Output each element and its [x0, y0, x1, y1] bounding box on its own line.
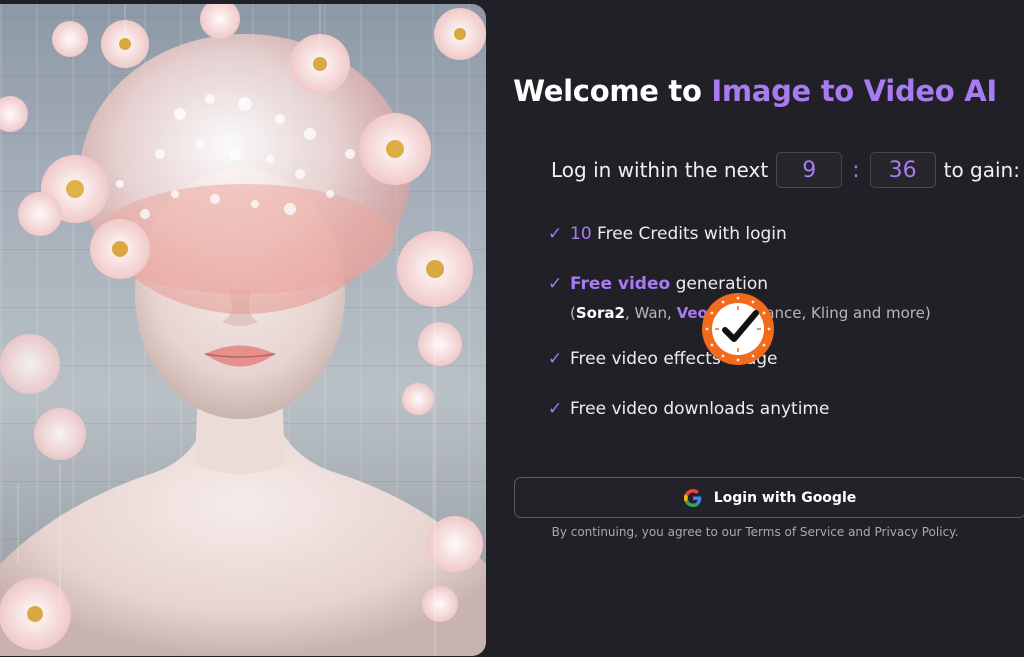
- google-icon: [683, 488, 702, 507]
- benefit-item-credits: ✓ 10 Free Credits with login: [548, 224, 787, 250]
- checkmark-badge-icon: [702, 293, 774, 365]
- welcome-prefix: Welcome to: [513, 74, 712, 108]
- countdown-separator: :: [852, 157, 860, 183]
- benefit-text: Free video downloads anytime: [570, 399, 830, 419]
- check-icon: ✓: [548, 274, 563, 294]
- benefit-text: Free Credits with login: [591, 224, 787, 244]
- terms-notice: By continuing, you agree to our Terms of…: [486, 525, 1024, 539]
- model-wan: , Wan,: [624, 304, 677, 322]
- privacy-policy-link[interactable]: Privacy Policy: [874, 525, 954, 539]
- countdown-row: Log in within the next 9 : 36 to gain:: [551, 152, 1020, 188]
- benefit-text: generation: [670, 274, 769, 294]
- check-icon: ✓: [548, 399, 563, 419]
- terms-of-service-link[interactable]: Terms of Service: [745, 525, 844, 539]
- terms-prefix: By continuing, you agree to our: [551, 525, 746, 539]
- login-with-google-button[interactable]: Login with Google: [514, 477, 1024, 518]
- terms-suffix: .: [954, 525, 959, 539]
- countdown-minutes: 9: [776, 152, 843, 188]
- countdown-after-text: to gain:: [943, 158, 1020, 182]
- check-icon: ✓: [548, 349, 563, 369]
- benefit-highlight: Free video: [570, 274, 671, 294]
- hero-image: [0, 4, 486, 656]
- benefit-highlight: 10: [570, 224, 592, 244]
- benefit-item-downloads: ✓ Free video downloads anytime: [548, 399, 829, 425]
- countdown-seconds: 36: [869, 152, 936, 188]
- woman-with-flowers-illustration: [0, 4, 486, 656]
- countdown-before-text: Log in within the next: [551, 158, 769, 182]
- brand-name: Image to Video AI: [711, 74, 997, 108]
- check-icon: ✓: [548, 224, 563, 244]
- terms-and: and: [844, 525, 875, 539]
- model-sora: Sora2: [575, 304, 625, 322]
- welcome-title: Welcome to Image to Video AI: [486, 74, 1024, 108]
- login-button-label: Login with Google: [713, 489, 857, 506]
- login-modal: Welcome to Image to Video AI Log in with…: [0, 0, 1024, 657]
